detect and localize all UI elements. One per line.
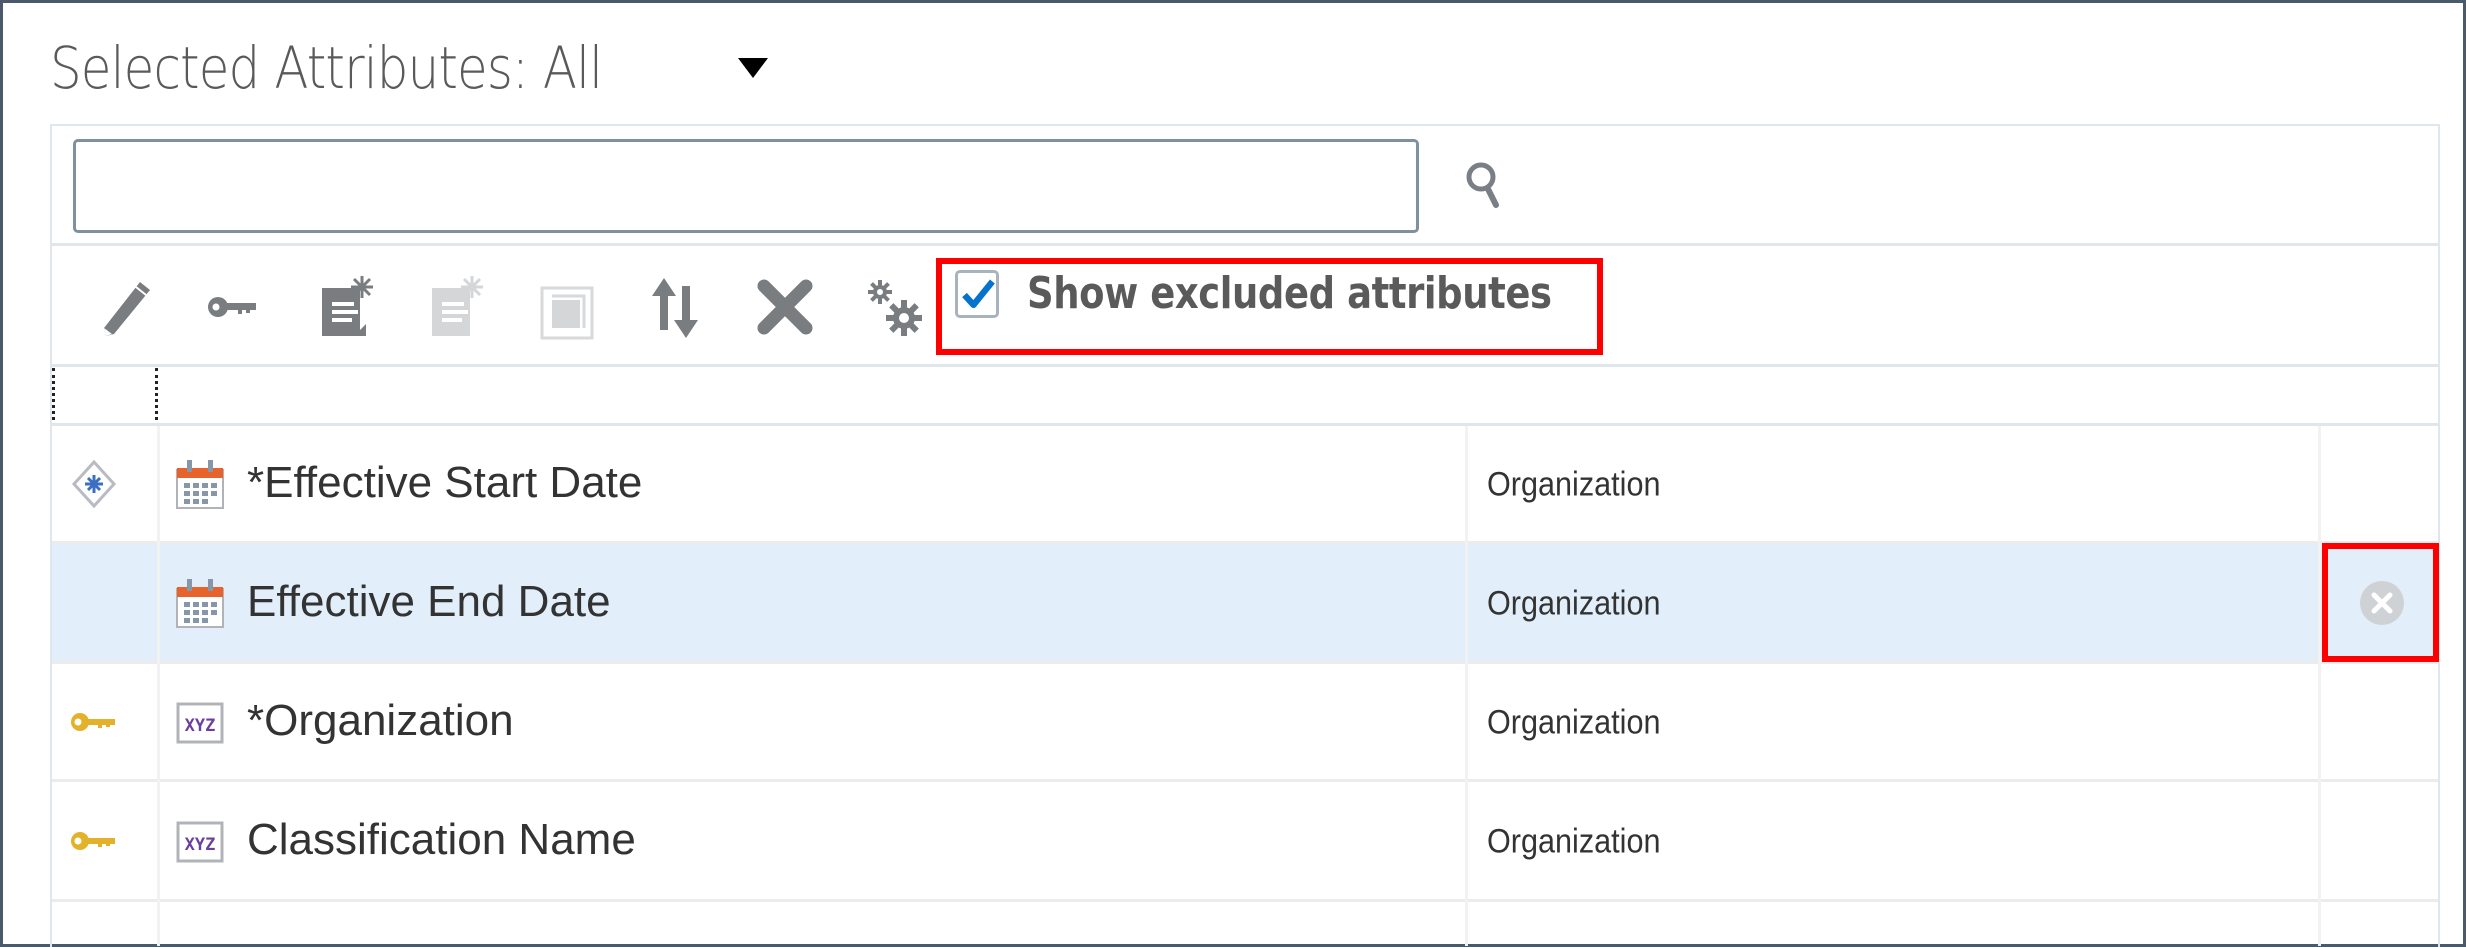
divider xyxy=(52,364,2438,367)
delete-button[interactable] xyxy=(750,272,820,342)
search-input[interactable] xyxy=(73,139,1419,233)
divider xyxy=(52,243,2438,246)
attribute-object: Organization xyxy=(1487,583,1661,622)
column-divider xyxy=(1465,426,1468,946)
key-icon xyxy=(66,694,122,750)
column-divider xyxy=(2318,426,2321,946)
caret-down-icon[interactable] xyxy=(738,58,768,78)
new-document-icon xyxy=(322,276,373,336)
highlight-annotation xyxy=(2322,543,2439,662)
key-button[interactable] xyxy=(200,272,270,342)
attribute-name: Effective End Date xyxy=(247,576,611,626)
key-icon xyxy=(66,813,122,869)
gears-icon xyxy=(868,280,922,336)
text-xyz-icon: XYZ xyxy=(172,813,228,869)
duplicate-button[interactable] xyxy=(530,272,600,342)
svg-text:XYZ: XYZ xyxy=(185,835,216,855)
attribute-name: *Effective Start Date xyxy=(247,457,643,507)
x-icon xyxy=(757,279,813,335)
settings-button[interactable] xyxy=(860,272,930,342)
header-focus-cell[interactable] xyxy=(52,368,158,426)
attribute-object: Organization xyxy=(1487,821,1661,860)
highlight-annotation xyxy=(936,258,1603,355)
attribute-name: Classification Name xyxy=(247,814,636,864)
attribute-object: Organization xyxy=(1487,702,1661,741)
column-divider xyxy=(157,426,160,946)
page-title: Selected Attributes: All xyxy=(50,34,603,102)
effective-date-marker-icon xyxy=(66,456,122,512)
key-icon xyxy=(208,297,256,317)
new-attribute-button[interactable] xyxy=(310,272,380,342)
attribute-name: *Organization xyxy=(247,695,514,745)
edit-button[interactable] xyxy=(90,272,160,342)
new-document-icon xyxy=(432,276,483,336)
pencil-icon xyxy=(104,282,150,336)
duplicate-icon xyxy=(540,286,594,340)
table-row[interactable]: Effective End Date Organization xyxy=(52,544,2438,664)
search-icon[interactable] xyxy=(1455,155,1515,215)
attribute-object: Organization xyxy=(1487,464,1661,503)
new-attribute-disabled-button[interactable] xyxy=(420,272,490,342)
table-row[interactable]: *Effective Start Date Organization xyxy=(52,426,2438,544)
table-row[interactable]: XYZ *Organization Organization xyxy=(52,664,2438,782)
table-row[interactable]: XYZ Classification Name Organization xyxy=(52,782,2438,902)
svg-text:XYZ: XYZ xyxy=(185,716,216,736)
reorder-button[interactable] xyxy=(640,272,710,342)
sort-up-down-icon xyxy=(652,278,698,338)
calendar-icon xyxy=(172,575,228,631)
text-xyz-icon: XYZ xyxy=(172,694,228,750)
calendar-icon xyxy=(172,456,228,512)
